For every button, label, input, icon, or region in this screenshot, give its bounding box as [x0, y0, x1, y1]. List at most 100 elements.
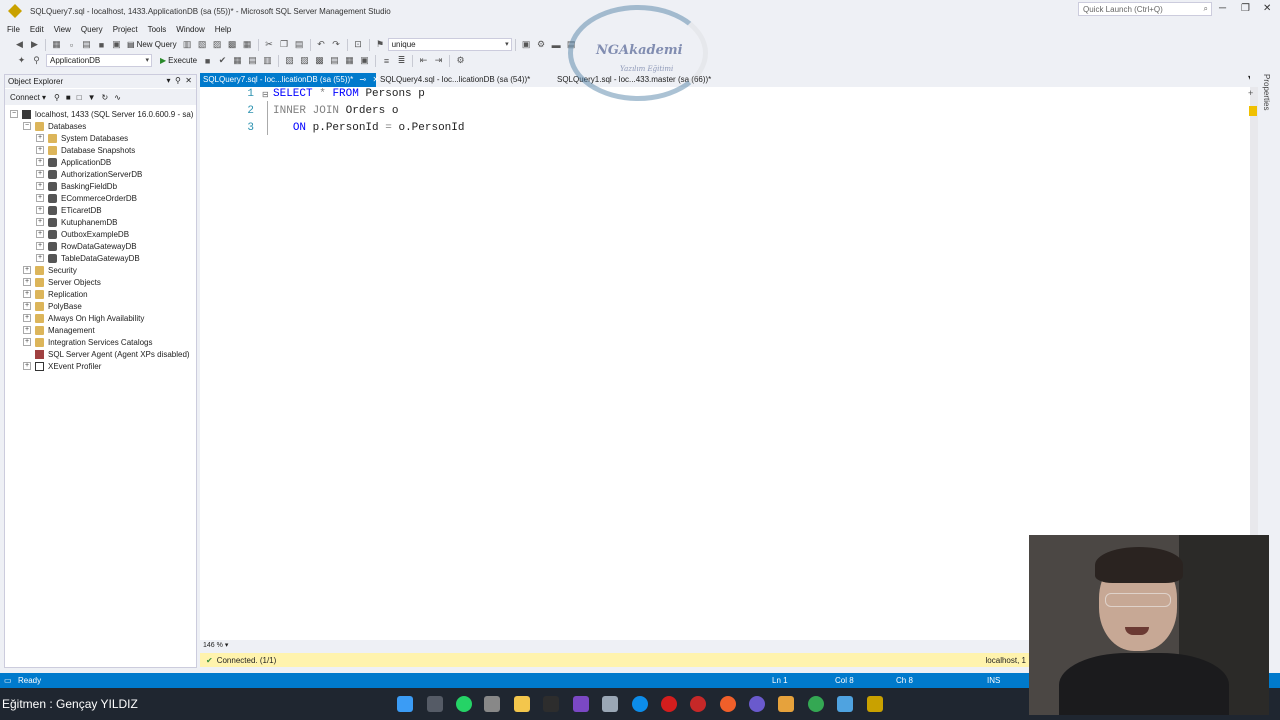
minimize-button[interactable]: ─ [1219, 3, 1226, 14]
zoom-combo[interactable]: 146 % [203, 642, 223, 649]
find-icon[interactable]: ⚑ [374, 39, 386, 51]
results-grid-icon[interactable]: ▥ [262, 55, 274, 67]
tree-server-node[interactable]: − localhost, 1433 (SQL Server 16.0.600.9 … [10, 108, 193, 120]
edge-icon[interactable] [632, 696, 648, 712]
menu-project[interactable]: Project [113, 25, 138, 34]
postman-icon[interactable] [720, 696, 736, 712]
tree-xevent-node[interactable]: + XEvent Profiler [23, 360, 101, 372]
tree-databases-node[interactable]: − Databases [23, 120, 86, 132]
expand-icon[interactable]: + [23, 326, 31, 334]
tree-db-node[interactable]: + ETicaretDB [36, 204, 102, 216]
connect-icon[interactable]: ✦ [16, 55, 28, 67]
expand-icon[interactable]: + [36, 170, 44, 178]
new-query-button[interactable]: ▤ New Query [127, 40, 177, 49]
photos-icon[interactable] [602, 696, 618, 712]
tree-sql-agent-node[interactable]: SQL Server Agent (Agent XPs disabled) [35, 348, 190, 360]
activity-monitor-icon[interactable]: ∿ [114, 93, 121, 102]
connect-object-icon[interactable]: ⚲ [54, 93, 60, 102]
menu-query[interactable]: Query [81, 25, 103, 34]
expand-icon[interactable]: + [36, 158, 44, 166]
record-icon[interactable] [690, 696, 706, 712]
tree-management-node[interactable]: + Management [23, 324, 95, 336]
find-combo[interactable]: unique ▾ [387, 38, 512, 51]
tree-integration-services-node[interactable]: + Integration Services Catalogs [23, 336, 153, 348]
comment-icon[interactable]: ≡ [381, 55, 393, 67]
tree-replication-node[interactable]: + Replication [23, 288, 88, 300]
collapse-icon[interactable]: − [23, 122, 31, 130]
refresh-icon[interactable]: ↻ [102, 93, 109, 102]
code-line-3[interactable]: ON p.PersonId = o.PersonId [273, 122, 465, 134]
expand-icon[interactable]: + [36, 134, 44, 142]
properties-side-tab[interactable]: Properties [1262, 74, 1271, 110]
expand-icon[interactable]: + [23, 302, 31, 310]
expand-icon[interactable]: + [23, 278, 31, 286]
client-stats-icon[interactable]: ▩ [314, 55, 326, 67]
new-project-icon[interactable]: ▦ [51, 39, 63, 51]
visual-studio-icon[interactable] [573, 696, 589, 712]
chrome-icon[interactable] [808, 696, 824, 712]
tab-sqlquery1[interactable]: SQLQuery1.sql - loc...433.master (sa (66… [554, 73, 724, 87]
expand-icon[interactable]: + [36, 218, 44, 226]
tree-db-node[interactable]: + ECommerceOrderDB [36, 192, 137, 204]
solution-explorer-icon[interactable]: ▣ [520, 39, 532, 51]
undo-icon[interactable]: ↶ [315, 39, 327, 51]
windows-start-icon[interactable] [397, 696, 413, 712]
parse-icon[interactable]: ✔ [217, 55, 229, 67]
save-all-icon[interactable]: ▣ [111, 39, 123, 51]
xmla-query-icon[interactable]: ▦ [241, 39, 253, 51]
expand-icon[interactable]: + [23, 266, 31, 274]
dmx-query-icon[interactable]: ▩ [226, 39, 238, 51]
code-line-2[interactable]: INNER JOIN Orders o [273, 105, 398, 117]
increase-indent-icon[interactable]: ⇥ [433, 55, 445, 67]
close-icon[interactable]: ✕ [185, 76, 192, 85]
quick-launch-input[interactable]: Quick Launch (Ctrl+Q) ⌕ [1078, 2, 1212, 16]
results-grid2-icon[interactable]: ▦ [344, 55, 356, 67]
opera-icon[interactable] [661, 696, 677, 712]
expand-icon[interactable]: + [23, 290, 31, 298]
toolbox-icon[interactable]: ▬ [550, 39, 562, 51]
template-explorer-icon[interactable]: ▤ [565, 39, 577, 51]
connect-button[interactable]: Connect ▾ [10, 93, 46, 102]
menu-file[interactable]: File [7, 25, 20, 34]
ssms-taskbar-icon[interactable] [867, 696, 883, 712]
menu-edit[interactable]: Edit [30, 25, 44, 34]
display-plan-icon[interactable]: ▦ [232, 55, 244, 67]
tab-sqlquery7[interactable]: SQLQuery7.sql - loc...licationDB (sa (55… [200, 73, 379, 87]
new-file-icon[interactable]: ▫ [66, 39, 78, 51]
decrease-indent-icon[interactable]: ⇤ [418, 55, 430, 67]
tree-db-node[interactable]: + Database Snapshots [36, 144, 135, 156]
results-text-icon[interactable]: ▤ [329, 55, 341, 67]
obs-icon[interactable] [749, 696, 765, 712]
database-combo[interactable]: ApplicationDB ▾ [46, 54, 152, 67]
tree-db-node[interactable]: + BaskingFieldDb [36, 180, 117, 192]
task-view-icon[interactable] [427, 696, 443, 712]
terminal-icon[interactable] [543, 696, 559, 712]
split-editor-icon[interactable]: + [1248, 88, 1253, 98]
open-icon[interactable]: ▤ [81, 39, 93, 51]
execute-button[interactable]: ▶ Execute [160, 56, 197, 65]
snipping-tool-icon[interactable] [484, 696, 500, 712]
tree-server-objects-node[interactable]: + Server Objects [23, 276, 101, 288]
tree-always-on-node[interactable]: + Always On High Availability [23, 312, 144, 324]
dropdown-icon[interactable]: ▾ [167, 76, 171, 85]
specify-values-icon[interactable]: ⚙ [455, 55, 467, 67]
tree-db-node[interactable]: + System Databases [36, 132, 128, 144]
stop-icon[interactable]: ■ [202, 55, 214, 67]
back-icon[interactable]: ◀ [14, 39, 26, 51]
expand-icon[interactable]: + [36, 230, 44, 238]
include-plan-icon[interactable]: ▧ [284, 55, 296, 67]
db-engine-query-icon[interactable]: ▥ [181, 39, 193, 51]
file-explorer-icon[interactable] [514, 696, 530, 712]
copy-icon[interactable]: ❐ [278, 39, 290, 51]
live-stats-icon[interactable]: ▨ [299, 55, 311, 67]
expand-icon[interactable]: + [23, 338, 31, 346]
tree-db-node[interactable]: + KutuphanemDB [36, 216, 117, 228]
menu-tools[interactable]: Tools [148, 25, 167, 34]
save-icon[interactable]: ■ [96, 39, 108, 51]
cut-icon[interactable]: ✂ [263, 39, 275, 51]
results-file-icon[interactable]: ▣ [359, 55, 371, 67]
code-line-1[interactable]: SELECT * FROM Persons p [273, 88, 425, 100]
forward-icon[interactable]: ▶ [29, 39, 41, 51]
notepad-icon[interactable] [837, 696, 853, 712]
expand-icon[interactable]: + [36, 206, 44, 214]
